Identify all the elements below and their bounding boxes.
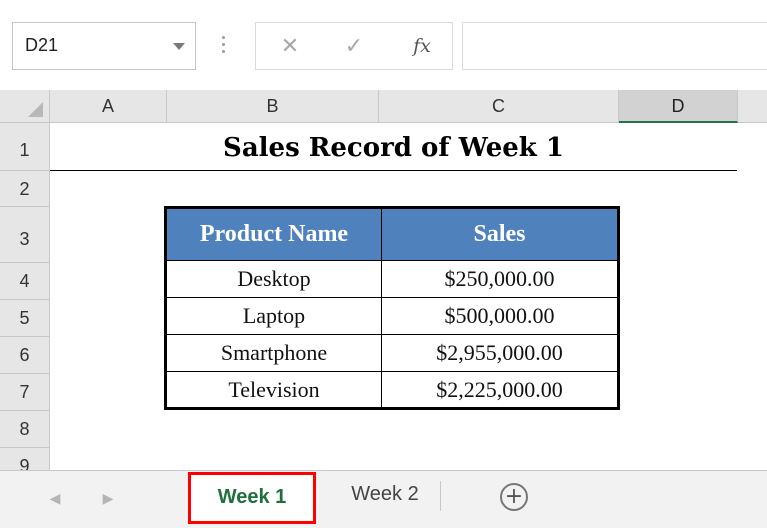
row-header-6[interactable]: 6 — [0, 337, 50, 374]
table-header-row: Product Name Sales — [165, 207, 619, 261]
cell-area[interactable]: Sales Record of Week 1 Product Name Sale… — [50, 123, 767, 470]
prev-sheet-icon[interactable]: ◀ — [45, 488, 65, 508]
formula-input[interactable] — [462, 22, 767, 70]
tab-divider — [440, 481, 441, 511]
insert-function-icon[interactable]: fx — [404, 31, 440, 61]
name-box[interactable]: D21 — [12, 22, 196, 70]
row-header-9[interactable]: 9 — [0, 448, 50, 470]
table-row: Desktop $250,000.00 — [165, 260, 619, 298]
sheet-tab-week-2[interactable]: Week 2 — [330, 471, 440, 517]
cancel-icon[interactable]: ✕ — [272, 31, 308, 61]
table-cell[interactable]: $2,955,000.00 — [381, 334, 619, 372]
enter-check-icon[interactable]: ✓ — [336, 31, 372, 61]
column-header-d[interactable]: D — [619, 90, 738, 123]
table-row: Television $2,225,000.00 — [165, 371, 619, 409]
select-all-button[interactable] — [0, 90, 50, 123]
table-cell[interactable]: Desktop — [165, 260, 382, 298]
table-header-cell[interactable]: Product Name — [165, 207, 382, 261]
table-row: Laptop $500,000.00 — [165, 297, 619, 335]
name-box-value: D21 — [25, 35, 59, 55]
chevron-down-icon[interactable] — [173, 43, 185, 50]
sheet-tab-bar: ◀ ▶ Week 1 Week 2 + — [0, 470, 767, 528]
column-header-a[interactable]: A — [50, 90, 167, 123]
sheet-title: Sales Record of Week 1 — [50, 123, 737, 171]
row-header-1[interactable]: 1 — [0, 123, 50, 171]
table-cell[interactable]: $500,000.00 — [381, 297, 619, 335]
row-header-4[interactable]: 4 — [0, 263, 50, 300]
formula-bar-grip-icon — [222, 36, 226, 56]
formula-bar: D21 ✕ ✓ fx — [0, 0, 767, 90]
formula-buttons: ✕ ✓ fx — [255, 22, 453, 70]
sales-table: Product Name Sales Desktop $250,000.00 L… — [164, 206, 620, 410]
table-header-cell[interactable]: Sales — [381, 207, 619, 261]
table-cell[interactable]: $250,000.00 — [381, 260, 619, 298]
table-cell[interactable]: Television — [165, 371, 382, 409]
row-header-2[interactable]: 2 — [0, 171, 50, 207]
row-header-7[interactable]: 7 — [0, 374, 50, 411]
column-header-b[interactable]: B — [167, 90, 379, 123]
row-header-3[interactable]: 3 — [0, 207, 50, 263]
spreadsheet-grid: A B C D 1 2 3 4 5 6 7 8 9 Sales Record o… — [0, 90, 767, 470]
column-header-e[interactable] — [738, 90, 767, 123]
row-header-5[interactable]: 5 — [0, 300, 50, 337]
sheet-tab-week-1[interactable]: Week 1 — [188, 472, 316, 524]
add-sheet-icon[interactable]: + — [500, 483, 528, 511]
next-sheet-icon[interactable]: ▶ — [98, 488, 118, 508]
table-cell[interactable]: Laptop — [165, 297, 382, 335]
select-all-icon — [28, 102, 43, 117]
column-header-c[interactable]: C — [379, 90, 619, 123]
table-cell[interactable]: Smartphone — [165, 334, 382, 372]
table-cell[interactable]: $2,225,000.00 — [381, 371, 619, 409]
row-header-8[interactable]: 8 — [0, 411, 50, 448]
table-row: Smartphone $2,955,000.00 — [165, 334, 619, 372]
